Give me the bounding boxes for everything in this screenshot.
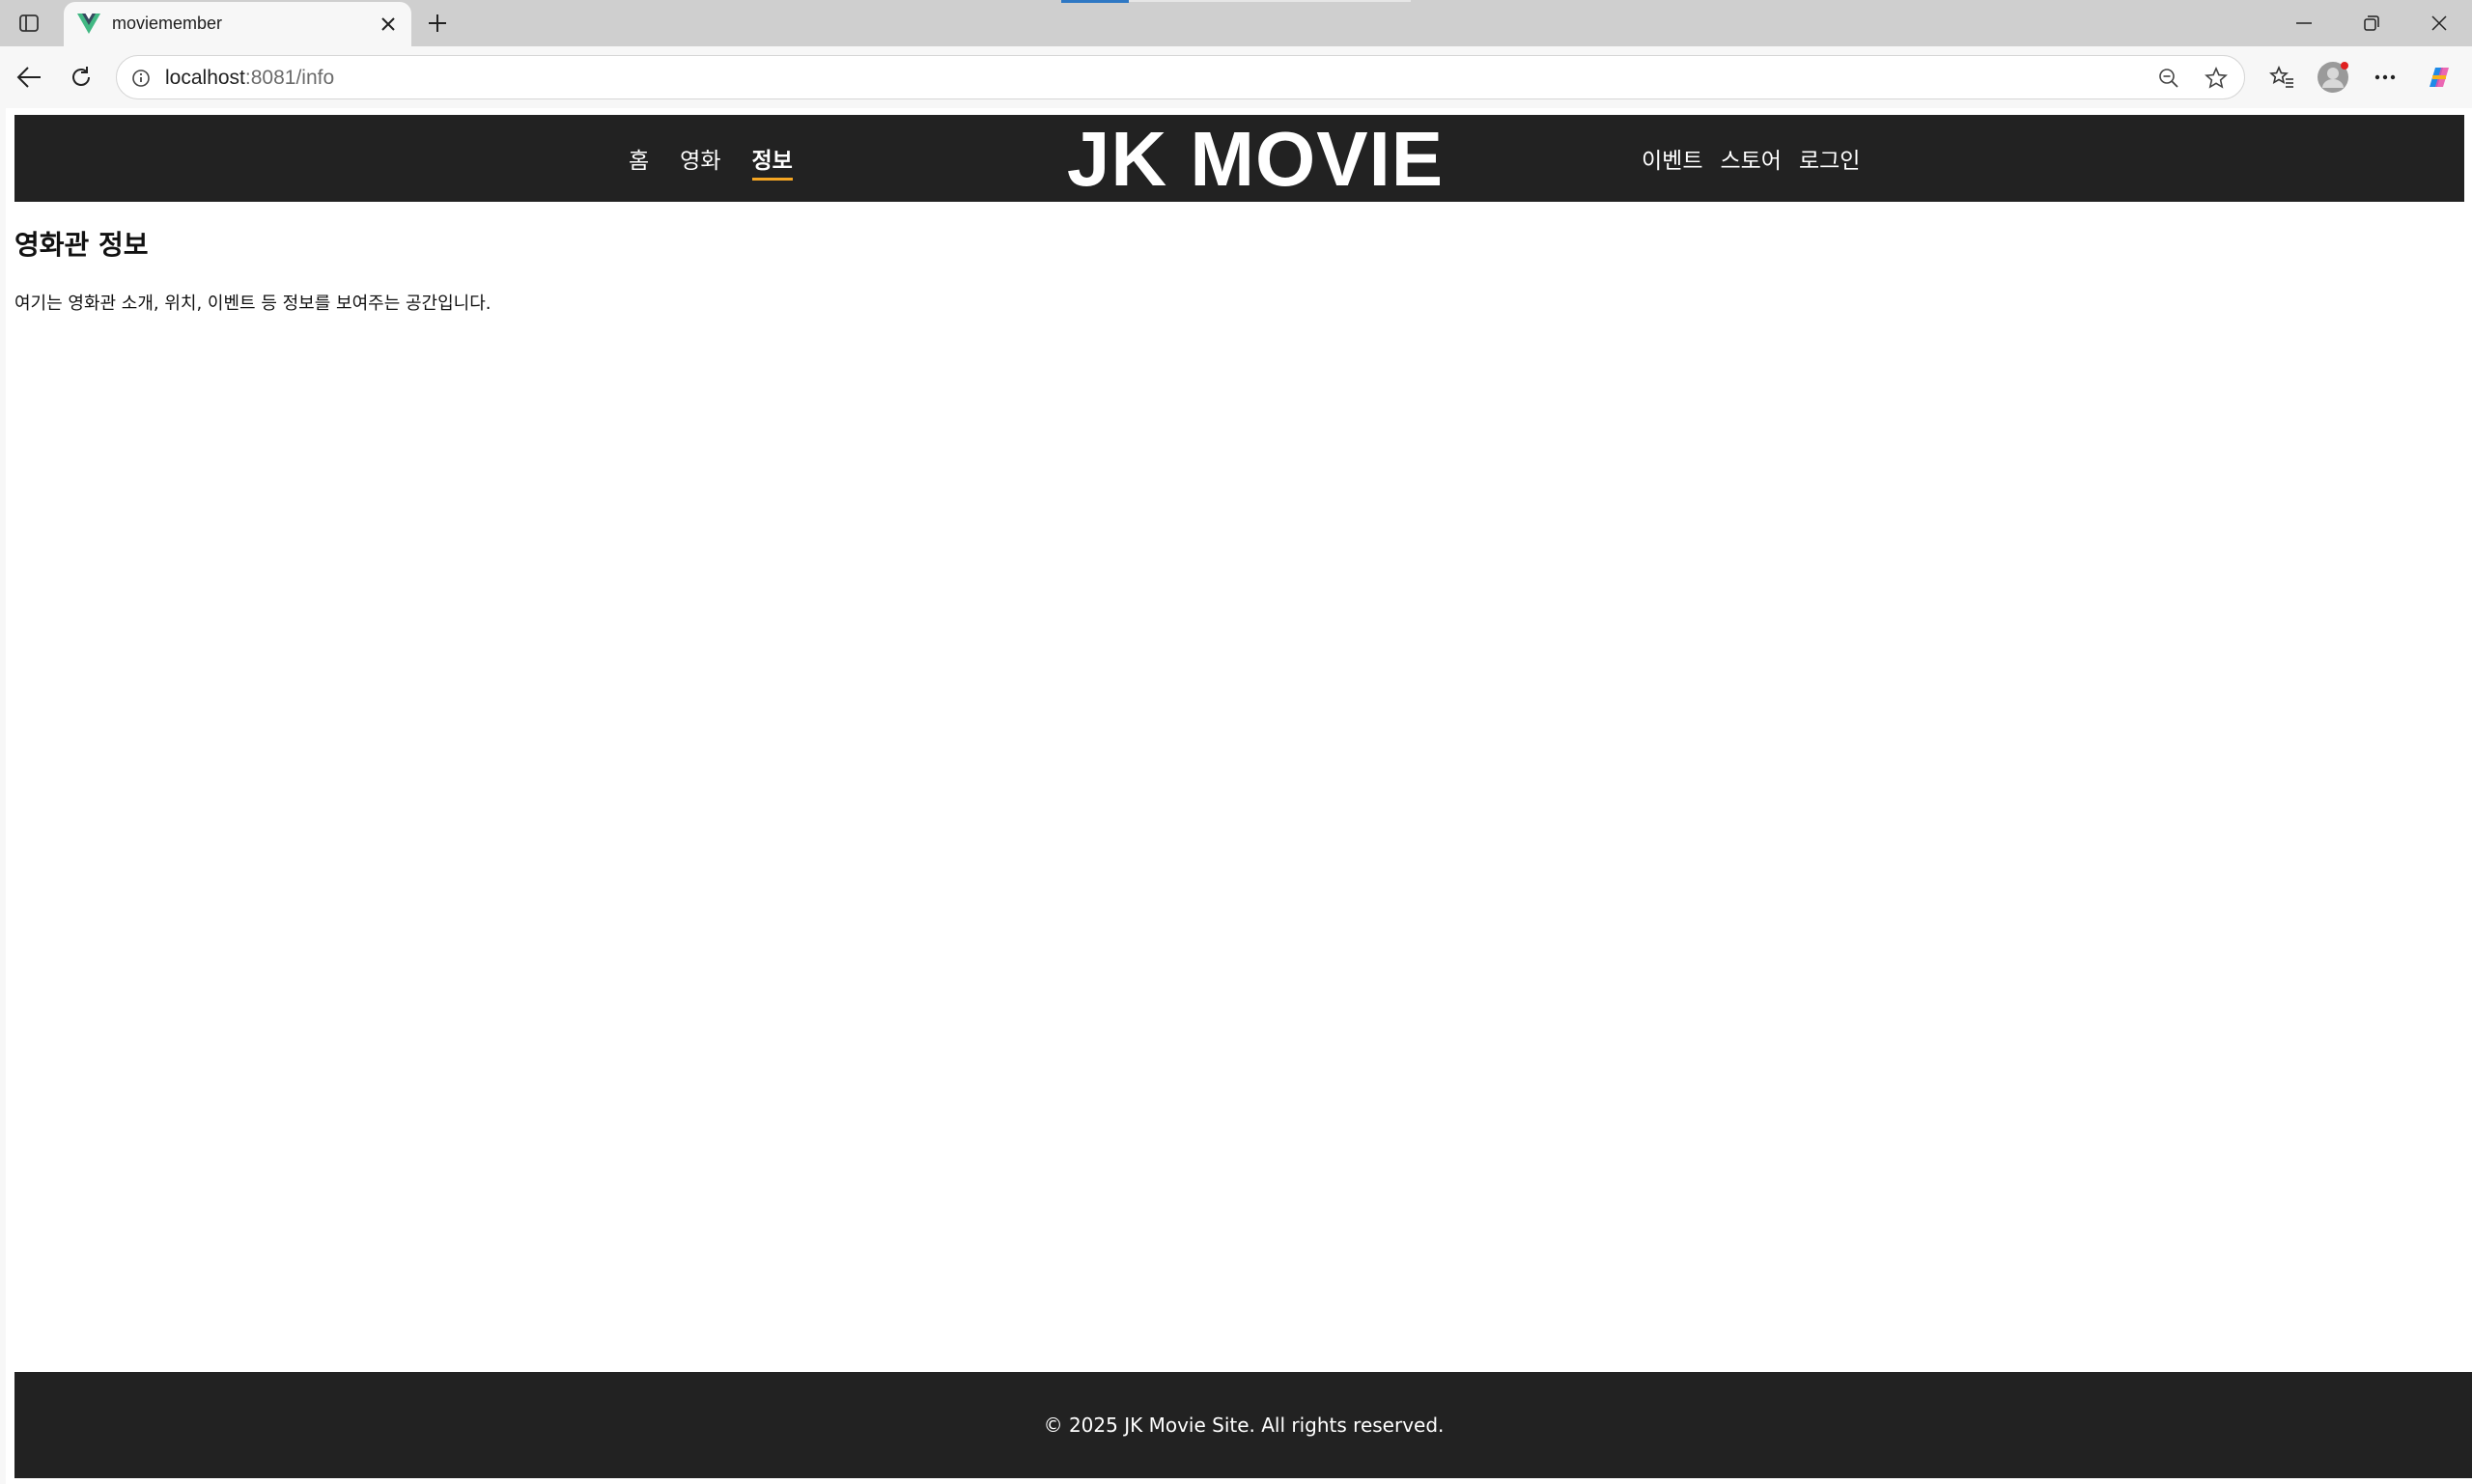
address-bar[interactable]: localhost:8081/info [116, 55, 2245, 99]
browser-toolbar: localhost:8081/info [0, 46, 2472, 108]
site-header: 홈 영화 정보 JK MOVIE 이벤트 스토어 로그인 [14, 115, 2464, 202]
nav-link-events[interactable]: 이벤트 [1642, 142, 1702, 175]
tab-actions-icon[interactable] [10, 8, 48, 39]
nav-right: 이벤트 스토어 로그인 [1642, 115, 1877, 202]
vue-logo-icon [77, 14, 100, 35]
close-icon[interactable] [375, 11, 402, 38]
url-text: localhost:8081/info [165, 67, 335, 89]
copilot-icon[interactable] [2420, 58, 2458, 97]
info-icon[interactable] [128, 66, 154, 91]
tab-strip: moviemember [0, 0, 2472, 46]
minimize-icon[interactable] [2271, 0, 2337, 46]
nav-link-login[interactable]: 로그인 [1799, 142, 1860, 175]
nav-link-store[interactable]: 스토어 [1720, 142, 1781, 175]
nav-link-home[interactable]: 홈 [629, 142, 649, 175]
browser-tab[interactable]: moviemember [64, 2, 411, 46]
favorites-icon[interactable] [2262, 58, 2301, 97]
site-logo[interactable]: JK MOVIE [1062, 117, 1448, 202]
main-content: 영화관 정보 여기는 영화관 소개, 위치, 이벤트 등 정보를 보여주는 공간… [14, 224, 492, 315]
tab-title: moviemember [112, 14, 223, 33]
footer-copyright: © 2025 JK Movie Site. All rights reserve… [1043, 1414, 1445, 1437]
nav-link-info[interactable]: 정보 [751, 142, 794, 181]
plus-icon[interactable] [421, 8, 454, 39]
restore-icon[interactable] [2339, 0, 2404, 46]
reload-icon[interactable] [62, 58, 100, 97]
back-arrow-icon[interactable] [10, 58, 48, 97]
star-icon[interactable] [2202, 64, 2231, 93]
page-description: 여기는 영화관 소개, 위치, 이벤트 등 정보를 보여주는 공간입니다. [14, 294, 492, 314]
page-title: 영화관 정보 [14, 229, 149, 261]
loading-track [1129, 0, 1411, 2]
loading-indicator [1061, 0, 1129, 3]
more-icon[interactable] [2366, 58, 2404, 97]
window-close-icon[interactable] [2406, 0, 2472, 46]
nav-left: 홈 영화 정보 [629, 115, 824, 202]
site-footer: © 2025 JK Movie Site. All rights reserve… [14, 1372, 2472, 1478]
avatar-icon[interactable] [2314, 58, 2352, 97]
zoom-out-icon[interactable] [2154, 64, 2183, 93]
page-viewport: 홈 영화 정보 JK MOVIE 이벤트 스토어 로그인 영화관 정보 여기는 … [0, 108, 2472, 1484]
nav-link-movies[interactable]: 영화 [680, 142, 720, 175]
